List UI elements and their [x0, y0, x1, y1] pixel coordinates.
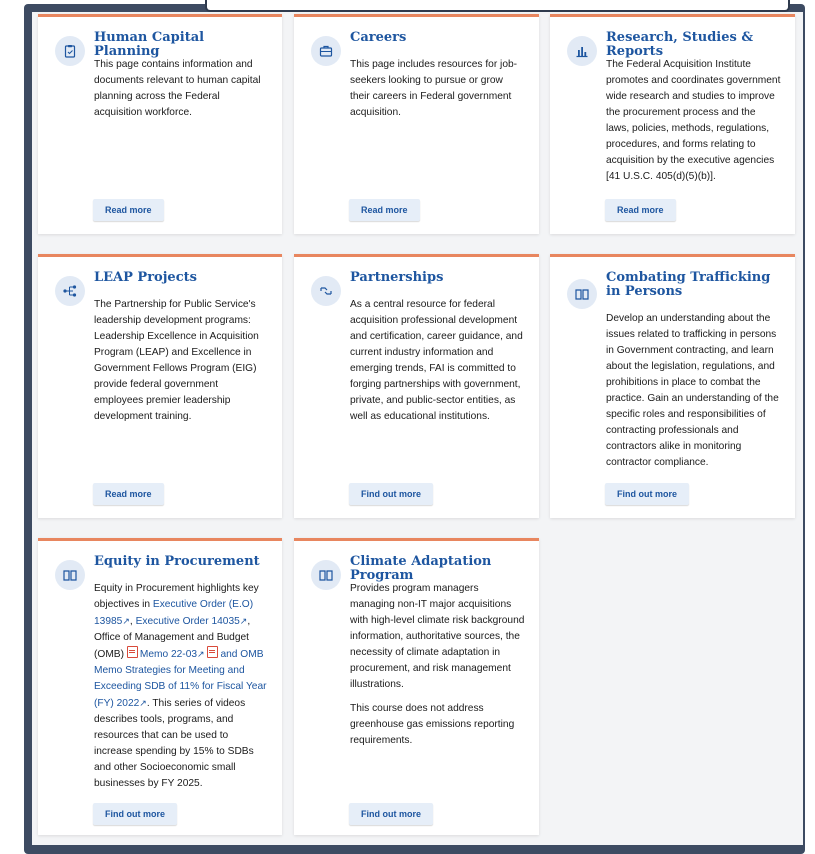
card-research-studies-reports: Research, Studies & Reports The Federal … — [550, 14, 795, 234]
read-more-button[interactable]: Read more — [605, 199, 676, 221]
bar-chart-icon — [567, 36, 597, 66]
handshake-icon — [311, 276, 341, 306]
card-description: The Partnership for Public Service's lea… — [94, 299, 259, 422]
card-title[interactable]: Partnerships — [350, 271, 525, 285]
card-title[interactable]: LEAP Projects — [94, 271, 268, 285]
card-combating-trafficking: Combating Trafficking in Persons Develop… — [550, 254, 795, 518]
external-link-icon: ↗ — [197, 649, 205, 659]
pdf-icon — [207, 646, 219, 658]
book-icon — [567, 279, 597, 309]
read-more-button[interactable]: Read more — [93, 199, 164, 221]
card-climate-adaptation-program: Climate Adaptation Program Provides prog… — [294, 538, 539, 835]
card-title[interactable]: Combating Trafficking in Persons — [606, 271, 781, 299]
card-leap-projects: LEAP Projects The Partnership for Public… — [38, 254, 282, 518]
book-icon — [311, 560, 341, 590]
card-partnerships: Partnerships As a central resource for f… — [294, 254, 539, 518]
card-description: Provides program managers managing non-I… — [350, 583, 525, 746]
find-out-more-button[interactable]: Find out more — [349, 803, 433, 825]
card-description: As a central resource for federal acquis… — [350, 299, 523, 422]
card-title[interactable]: Careers — [350, 31, 525, 45]
card-title[interactable]: Climate Adaptation Program — [350, 555, 525, 583]
card-description: This page includes resources for job-see… — [350, 59, 518, 118]
card-description: Equity in Procurement highlights key obj… — [94, 581, 268, 800]
pdf-icon — [126, 646, 138, 658]
flow-icon — [55, 276, 85, 306]
memo-22-03-link[interactable]: Memo 22-03 — [140, 649, 197, 660]
clipboard-icon — [55, 36, 85, 66]
card-title[interactable]: Research, Studies & Reports — [606, 31, 781, 59]
card-title[interactable]: Equity in Procurement — [94, 555, 268, 569]
executive-order-14035-link[interactable]: Executive Order 14035 — [136, 616, 240, 627]
read-more-button[interactable]: Read more — [349, 199, 420, 221]
book-icon — [55, 560, 85, 590]
briefcase-icon — [311, 36, 341, 66]
find-out-more-button[interactable]: Find out more — [605, 483, 689, 505]
card-equity-in-procurement: Equity in Procurement Equity in Procurem… — [38, 538, 282, 835]
card-description: This page contains information and docum… — [94, 59, 261, 118]
top-bar — [205, 0, 790, 12]
read-more-button[interactable]: Read more — [93, 483, 164, 505]
and-link[interactable]: and — [220, 649, 237, 660]
card-description: The Federal Acquisition Institute promot… — [606, 59, 781, 182]
external-link-icon: ↗ — [122, 616, 130, 626]
card-title[interactable]: Human Capital Planning — [94, 31, 268, 59]
card-human-capital-planning: Human Capital Planning This page contain… — [38, 14, 282, 234]
external-link-icon: ↗ — [139, 698, 147, 708]
find-out-more-button[interactable]: Find out more — [349, 483, 433, 505]
body-tail: . This series of videos describes tools,… — [94, 698, 254, 789]
card-description: Develop an understanding about the issue… — [606, 313, 779, 468]
separator-text: , — [129, 616, 133, 627]
find-out-more-button[interactable]: Find out more — [93, 803, 177, 825]
card-careers: Careers This page includes resources for… — [294, 14, 539, 234]
